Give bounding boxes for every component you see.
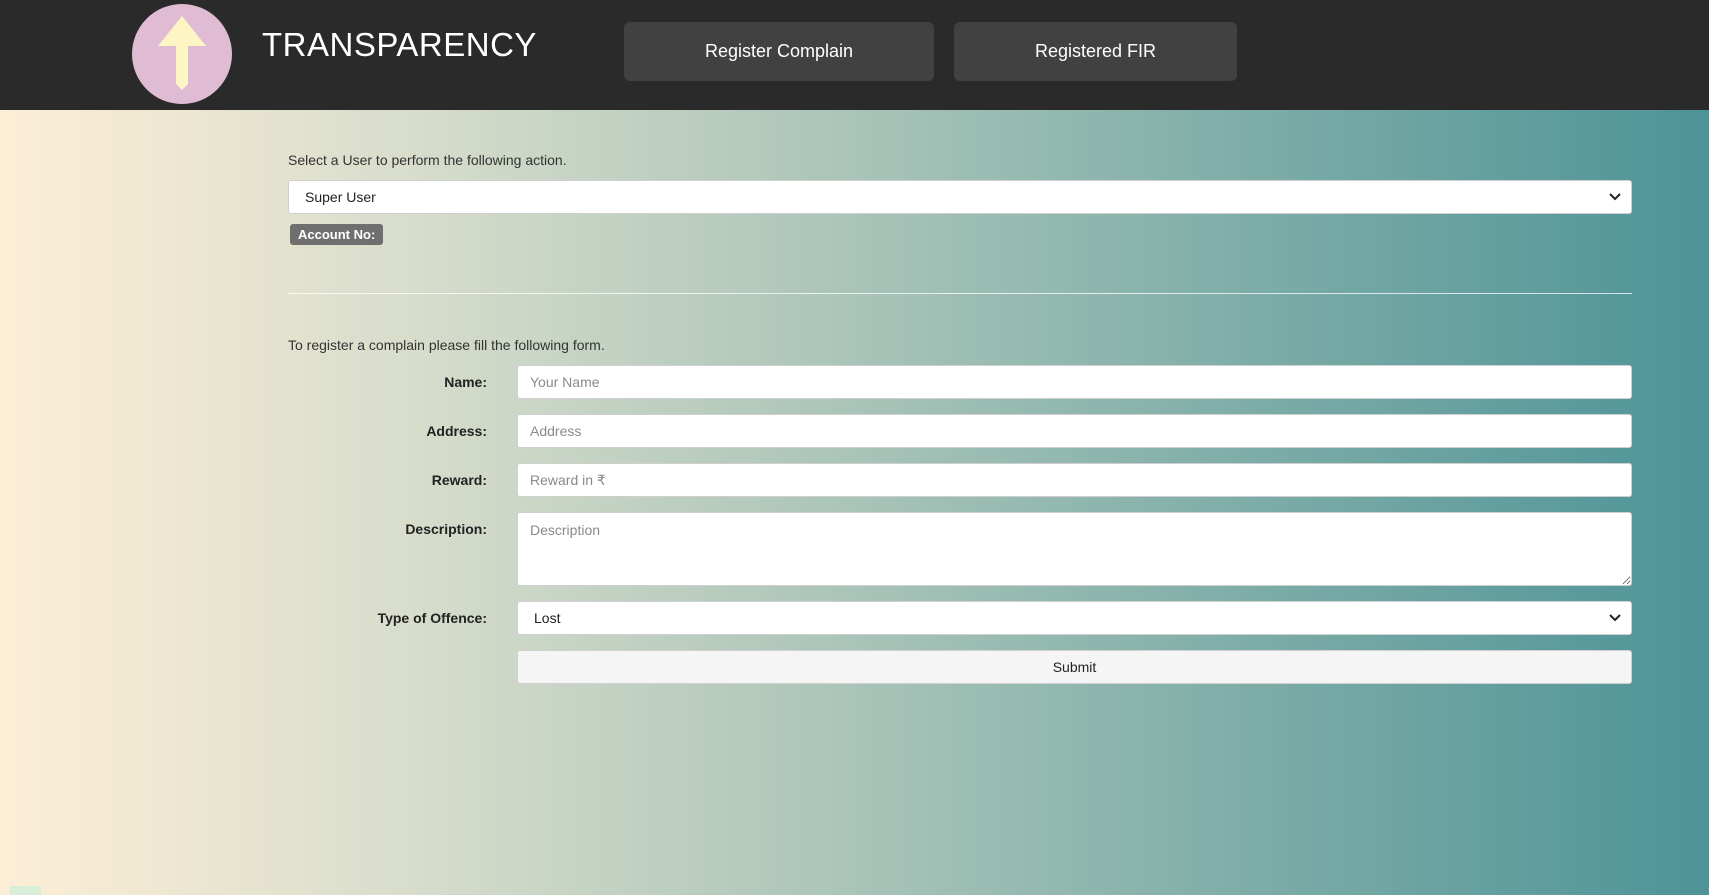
address-label: Address:	[426, 423, 487, 439]
name-label: Name:	[444, 374, 487, 390]
brand-title: TRANSPARENCY	[262, 26, 537, 63]
offence-type-select[interactable]: Lost	[517, 601, 1632, 635]
section-divider	[288, 293, 1632, 294]
submit-button[interactable]: Submit	[517, 650, 1632, 684]
chevron-down-icon	[1609, 614, 1621, 622]
corner-widget	[10, 886, 41, 895]
user-select-value: Super User	[305, 189, 376, 205]
user-select-hint: Select a User to perform the following a…	[288, 152, 567, 168]
up-arrow-icon	[158, 16, 206, 90]
name-input[interactable]	[517, 365, 1632, 399]
top-navbar: TRANSPARENCY Register Complain Registere…	[0, 0, 1709, 110]
chevron-down-icon	[1609, 193, 1621, 201]
description-textarea[interactable]	[517, 512, 1632, 586]
address-input[interactable]	[517, 414, 1632, 448]
offence-type-value: Lost	[534, 610, 561, 626]
reward-label: Reward:	[431, 472, 487, 488]
nav-registered-fir-button[interactable]: Registered FIR	[954, 22, 1237, 81]
account-number-badge: Account No:	[290, 224, 384, 245]
logo[interactable]	[132, 4, 232, 104]
offence-type-label: Type of Offence:	[377, 610, 487, 626]
description-label: Description:	[405, 521, 487, 537]
user-select[interactable]: Super User	[288, 180, 1632, 214]
complain-form-hint: To register a complain please fill the f…	[288, 337, 605, 353]
reward-input[interactable]	[517, 463, 1632, 497]
nav-register-complain-button[interactable]: Register Complain	[624, 22, 934, 81]
